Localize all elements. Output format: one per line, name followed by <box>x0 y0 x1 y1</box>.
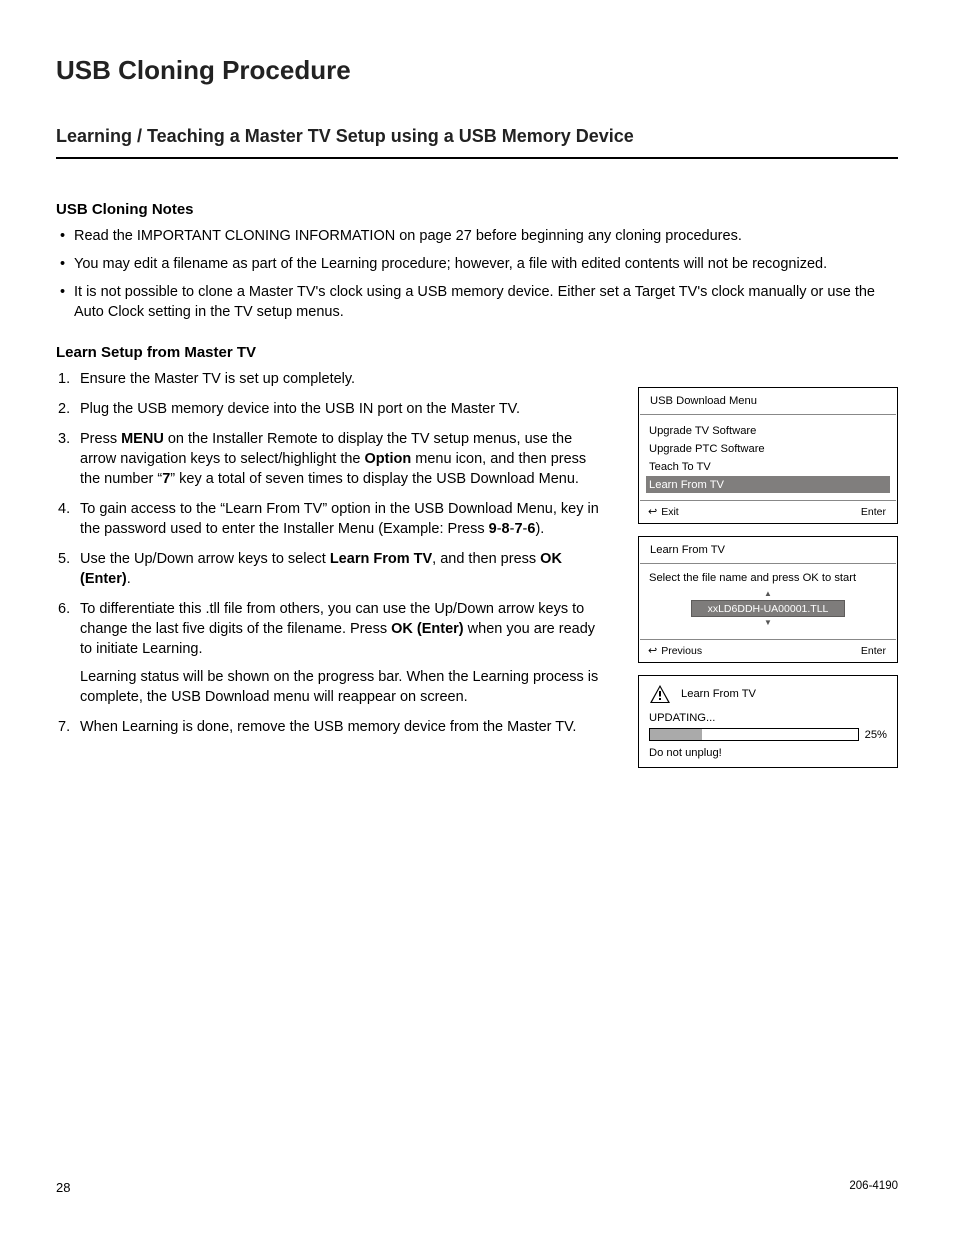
learn-heading: Learn Setup from Master TV <box>56 344 898 361</box>
progress-percent: 25% <box>865 729 887 741</box>
status-text: UPDATING... <box>649 712 887 724</box>
arrow-up-icon[interactable]: ▲ <box>649 590 887 598</box>
step-item: Ensure the Master TV is set up completel… <box>56 369 608 389</box>
step-item: To differentiate this .tll file from oth… <box>56 599 608 707</box>
document-id: 206-4190 <box>849 1180 898 1195</box>
previous-label[interactable]: Previous <box>661 645 702 657</box>
note-item: You may edit a filename as part of the L… <box>56 254 898 274</box>
progress-fill <box>650 729 702 740</box>
notes-heading: USB Cloning Notes <box>56 201 898 218</box>
caution-text: Do not unplug! <box>649 747 887 759</box>
usb-download-menu: USB Download Menu Upgrade TV Software Up… <box>638 387 898 524</box>
enter-label[interactable]: Enter <box>861 645 886 657</box>
exit-label[interactable]: Exit <box>661 506 679 518</box>
warning-icon <box>649 684 671 704</box>
filename-field[interactable]: xxLD6DDH-UA00001.TLL <box>691 600 846 617</box>
note-item: Read the IMPORTANT CLONING INFORMATION o… <box>56 226 898 246</box>
menu-header: Learn From TV <box>640 537 896 564</box>
return-icon: ↩︎ <box>648 507 657 518</box>
step-item: When Learning is done, remove the USB me… <box>56 717 608 737</box>
menu-item-learn-from-tv[interactable]: Learn From TV <box>646 476 890 493</box>
step-item: Press MENU on the Installer Remote to di… <box>56 429 608 489</box>
menu-item-upgrade-tv[interactable]: Upgrade TV Software <box>646 422 890 439</box>
menu-header: USB Download Menu <box>640 388 896 415</box>
page-title: USB Cloning Procedure <box>56 55 898 86</box>
menu-item-teach-to-tv[interactable]: Teach To TV <box>646 458 890 475</box>
learn-from-tv-progress-menu: Learn From TV UPDATING... 25% Do not unp… <box>638 675 898 768</box>
step-item: Plug the USB memory device into the USB … <box>56 399 608 419</box>
note-item: It is not possible to clone a Master TV'… <box>56 282 898 322</box>
enter-label[interactable]: Enter <box>861 506 886 518</box>
learn-from-tv-select-menu: Learn From TV Select the file name and p… <box>638 536 898 663</box>
page-number: 28 <box>56 1180 70 1195</box>
progress-bar <box>649 728 859 741</box>
menu-header: Learn From TV <box>681 688 756 700</box>
step-item: Use the Up/Down arrow keys to select Lea… <box>56 549 608 589</box>
prompt-text: Select the file name and press OK to sta… <box>649 572 887 584</box>
arrow-down-icon[interactable]: ▼ <box>649 619 887 627</box>
step-item: To gain access to the “Learn From TV” op… <box>56 499 608 539</box>
section-title: Learning / Teaching a Master TV Setup us… <box>56 126 898 159</box>
return-icon: ↩︎ <box>648 646 657 657</box>
menu-item-upgrade-ptc[interactable]: Upgrade PTC Software <box>646 440 890 457</box>
